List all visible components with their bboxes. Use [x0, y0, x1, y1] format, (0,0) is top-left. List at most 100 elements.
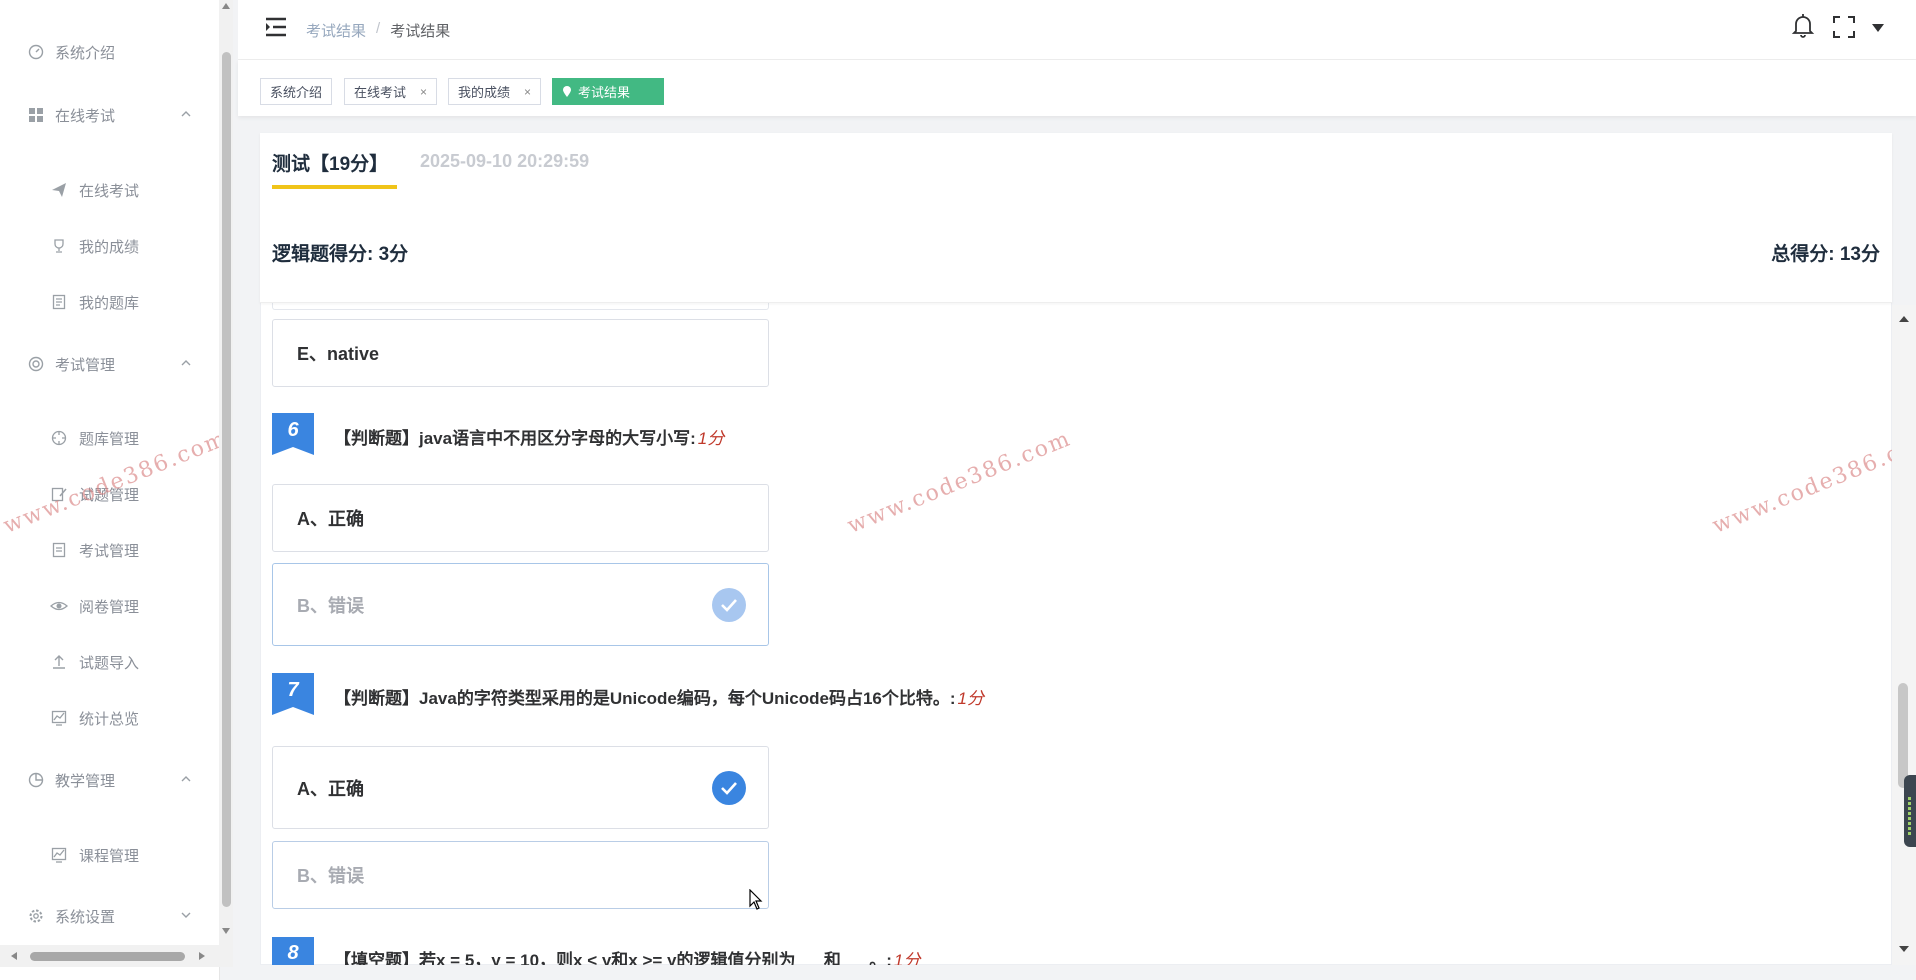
- menu-fold-icon[interactable]: [264, 17, 288, 37]
- sidebar-item-label: 统计总览: [79, 710, 140, 728]
- sidebar-item-label: 课程管理: [79, 847, 140, 865]
- chevron-down-icon: [179, 908, 193, 922]
- floating-side-widget[interactable]: [1904, 775, 1916, 847]
- sidebar-item-my-scores[interactable]: 我的成绩: [0, 226, 205, 266]
- menu-group-intro[interactable]: 系统介绍: [0, 32, 205, 72]
- dashboard-icon: [27, 43, 45, 61]
- sidebar-hscrollbar-thumb[interactable]: [30, 952, 185, 961]
- gear-icon: [27, 907, 45, 925]
- option-label: E、native: [297, 344, 380, 364]
- sidebar-item-label: 我的题库: [79, 294, 140, 312]
- option-b: B、错误: [272, 841, 769, 909]
- tag-label: 在线考试: [354, 85, 407, 100]
- scroll-down-arrow-icon[interactable]: [1898, 945, 1910, 953]
- close-icon[interactable]: ×: [524, 85, 531, 99]
- tag-system-intro[interactable]: 系统介绍: [260, 78, 333, 105]
- menu-group-teaching[interactable]: 教学管理: [0, 760, 205, 800]
- scroll-up-arrow-icon[interactable]: [221, 2, 231, 10]
- menu-group-online-exam[interactable]: 在线考试: [0, 95, 205, 135]
- eye-icon: [50, 597, 68, 615]
- menu-group-exam-manage[interactable]: 考试管理: [0, 344, 205, 384]
- menu-group-label: 系统介绍: [55, 44, 116, 62]
- sidebar-item-import[interactable]: 试题导入: [0, 642, 205, 682]
- menu-group-label: 在线考试: [55, 107, 116, 125]
- sidebar-item-label: 我的成绩: [79, 238, 140, 256]
- question-stem: 【判断题】java语言中不用区分字母的大写小写:: [334, 429, 696, 448]
- option-label: A、正确: [297, 778, 364, 799]
- lifebuoy-icon: [27, 355, 45, 373]
- chart-icon: [50, 709, 68, 727]
- sidebar-item-online-exam[interactable]: 在线考试: [0, 170, 205, 210]
- option-a-correct: A、正确: [272, 746, 769, 829]
- tag-my-scores[interactable]: 我的成绩 ×: [448, 78, 542, 105]
- caret-down-icon[interactable]: [1871, 23, 1885, 33]
- pie-chart-icon: [27, 771, 45, 789]
- page-bottom: [238, 965, 1916, 980]
- menu-group-label: 教学管理: [55, 772, 116, 790]
- sidebar-item-course-manage[interactable]: 课程管理: [0, 835, 205, 875]
- question-number: 6: [287, 419, 299, 441]
- tag-label: 我的成绩: [458, 85, 511, 100]
- chart-icon: [50, 846, 68, 864]
- sidebar-item-statistics[interactable]: 统计总览: [0, 698, 205, 738]
- mouse-cursor-icon: [749, 889, 763, 910]
- sidebar-scrollbar[interactable]: [219, 0, 233, 945]
- sidebar-hscrollbar[interactable]: [0, 945, 233, 967]
- check-icon: [712, 770, 746, 805]
- content-scrollbar[interactable]: [1892, 305, 1916, 965]
- sidebar-item-my-bank[interactable]: 我的题库: [0, 282, 205, 322]
- sidebar-item-label: 题库管理: [79, 430, 140, 448]
- chevron-up-icon: [179, 356, 193, 370]
- sidebar-item-label: 阅卷管理: [79, 598, 140, 616]
- sidebar-item-exam-manage[interactable]: 考试管理: [0, 530, 205, 570]
- chevron-up-icon: [179, 107, 193, 121]
- menu-group-label: 系统设置: [55, 908, 116, 926]
- option-label: B、错误: [297, 595, 364, 616]
- option-e: E、native: [272, 319, 769, 387]
- document-icon: [50, 541, 68, 559]
- sidebar-scrollbar-thumb[interactable]: [222, 52, 231, 907]
- sidebar-item-label: 在线考试: [79, 182, 140, 200]
- breadcrumb-separator: /: [376, 20, 381, 37]
- result-summary-card: 测试【19分】 2025-09-10 20:29:59 逻辑题得分: 3分 总得…: [260, 133, 1892, 303]
- upload-icon: [50, 653, 68, 671]
- bell-icon[interactable]: [1791, 13, 1815, 39]
- menu-group-label: 考试管理: [55, 356, 116, 374]
- total-score: 总得分: 13分: [1771, 244, 1880, 265]
- tag-label: 系统介绍: [270, 85, 323, 100]
- top-header: 考试结果 / 考试结果: [238, 0, 1916, 60]
- question-text: 【判断题】java语言中不用区分字母的大写小写: 1分: [334, 424, 724, 449]
- scroll-up-arrow-icon[interactable]: [1898, 315, 1910, 323]
- grid-icon: [27, 106, 45, 124]
- option-a: A、正确: [272, 484, 769, 552]
- check-icon: [712, 587, 746, 622]
- widget-level-meter: [1908, 797, 1911, 837]
- content-scrollbar-thumb[interactable]: [1898, 683, 1908, 788]
- tag-exam-result-active[interactable]: 考试结果: [552, 78, 664, 105]
- sidebar-item-label: 试题导入: [79, 654, 140, 672]
- scroll-left-arrow-icon[interactable]: [10, 951, 18, 961]
- question-score: 1分: [697, 429, 725, 448]
- location-pin-icon: [563, 85, 571, 97]
- breadcrumb-item[interactable]: 考试结果: [306, 20, 366, 41]
- menu-group-settings[interactable]: 系统设置: [0, 896, 205, 936]
- book-icon: [50, 293, 68, 311]
- fullscreen-icon[interactable]: [1832, 15, 1856, 39]
- sidebar: 系统介绍 在线考试 在线考试 我的成绩 我的题库 考试管理 题库管理 试题管理 …: [0, 0, 220, 980]
- option-label: B、错误: [297, 866, 364, 886]
- crosshair-icon: [50, 429, 68, 447]
- question-text: 【判断题】Java的字符类型采用的是Unicode编码，每个Unicode码占1…: [334, 684, 984, 709]
- trophy-icon: [50, 237, 68, 255]
- scroll-right-arrow-icon[interactable]: [198, 951, 206, 961]
- option-label: A、正确: [297, 509, 364, 529]
- option-b-selected: B、错误: [272, 563, 769, 646]
- close-icon[interactable]: ×: [420, 85, 427, 99]
- tag-online-exam[interactable]: 在线考试 ×: [344, 78, 438, 105]
- chevron-up-icon: [179, 772, 193, 786]
- scroll-down-arrow-icon[interactable]: [221, 927, 231, 935]
- tab-exam-result[interactable]: 测试【19分】: [272, 149, 388, 176]
- breadcrumb: 考试结果 / 考试结果: [306, 20, 450, 41]
- tab-underline: [272, 185, 397, 189]
- sidebar-item-marking-manage[interactable]: 阅卷管理: [0, 586, 205, 626]
- question-stem: 【判断题】Java的字符类型采用的是Unicode编码，每个Unicode码占1…: [334, 689, 956, 708]
